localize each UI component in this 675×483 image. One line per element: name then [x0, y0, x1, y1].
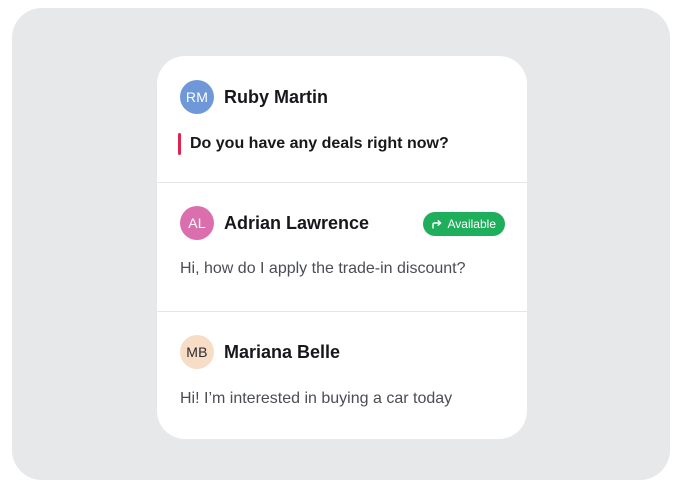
contact-name: Mariana Belle [224, 341, 341, 362]
conversation-header: MB Mariana Belle [180, 335, 340, 369]
conversation-list-card: RM Ruby Martin Do you have any deals rig… [157, 56, 527, 439]
avatar: RM [180, 80, 214, 114]
forward-arrow-icon [431, 220, 441, 229]
message-preview: Hi, how do I apply the trade-in discount… [180, 260, 466, 277]
conversation-item-adrian-lawrence[interactable]: AL Adrian Lawrence Available Hi, how do … [157, 182, 527, 311]
contact-name: Adrian Lawrence [224, 212, 370, 233]
contact-name: Ruby Martin [224, 86, 329, 107]
status-badge-label: Available [447, 217, 496, 231]
conversation-header: AL Adrian Lawrence [180, 206, 369, 240]
message-preview: Hi! I’m interested in buying a car today [180, 390, 453, 407]
highlight-bar [178, 133, 181, 155]
avatar: AL [180, 206, 214, 240]
conversation-item-ruby-martin[interactable]: RM Ruby Martin Do you have any deals rig… [157, 56, 527, 182]
conversation-header: RM Ruby Martin [180, 80, 328, 114]
message-preview: Do you have any deals right now? [190, 135, 449, 152]
avatar: MB [180, 335, 214, 369]
highlighted-message: Do you have any deals right now? [178, 133, 449, 155]
conversation-item-mariana-belle[interactable]: MB Mariana Belle Hi! I’m interested in b… [157, 311, 527, 439]
status-badge: Available [422, 212, 505, 236]
